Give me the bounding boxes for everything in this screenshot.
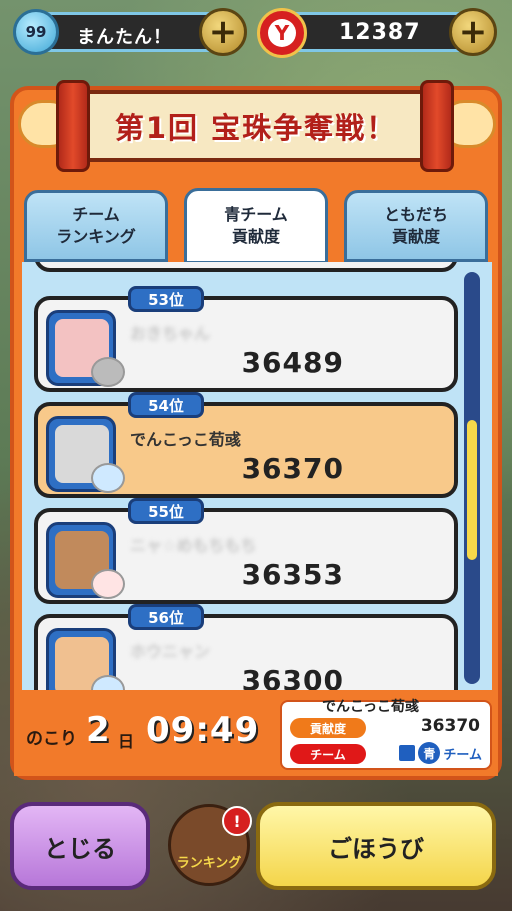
player-score: 36489 [241,346,344,379]
event-title: 第1回 宝珠争奪戦！ [114,111,398,145]
rank-tag: 53位 [128,286,204,312]
list-item[interactable]: 55位 ニャ☆めもちもち 36353 [34,498,458,604]
my-status-card: でんこっこ荀彧 貢献度 チーム 36370 青 チーム [280,699,492,770]
list-item[interactable]: 56位 ホウニャン 36300 [34,604,458,690]
rank-tag: 54位 [128,392,204,418]
reward-button[interactable]: ごほうび [256,802,496,890]
list-item [34,262,458,272]
remaining-days: 2 [86,710,110,750]
pet-robot-icon [91,357,125,387]
blue-team-badge: 青 チーム [399,742,482,764]
add-stamina-button[interactable]: + [199,8,247,56]
coin-icon: Y [257,8,307,58]
rank-tag: 56位 [128,604,204,630]
tab-label: ランキング [56,227,136,246]
stamina-bar: 99 まんたん！ + [13,8,247,56]
player-name: ホウニャン [130,642,211,661]
team-char: 青 [418,742,441,764]
stamina-label: まんたん！ [77,27,172,48]
days-unit: 日 [118,732,135,751]
scroll-thumb[interactable] [467,420,477,560]
event-footer: のこり 2 日 09:49 でんこっこ荀彧 貢献度 チーム 36370 青 チー… [14,690,498,776]
coin-symbol: Y [268,19,296,47]
flag-icon [399,745,416,761]
close-button[interactable]: とじる [10,802,150,890]
avatar [46,522,125,599]
tab-label: チーム [72,204,120,224]
list-item[interactable]: 53位 おきちゃん 36489 [34,286,458,392]
my-name: でんこっこ荀彧 [322,699,420,715]
tab-label: 貢献度 [391,227,440,246]
player-score: 36353 [241,558,344,591]
scroll-roll-left-icon [56,80,90,172]
event-banner: 第1回 宝珠争奪戦！ [68,90,444,162]
money-amount: 12387 [339,20,421,45]
contribution-tag: 貢献度 [290,718,366,738]
remaining-label: のこり [26,729,77,749]
add-money-button[interactable]: + [449,8,497,56]
ranking-list[interactable]: 53位 おきちゃん 36489 54位 でんこっこ荀彧 36370 55位 ニャ… [22,262,492,690]
player-name: でんこっこ荀彧 [130,430,241,449]
team-word: チーム [443,747,482,763]
avatar [46,310,125,387]
scroll-roll-right-icon [420,80,454,172]
list-scrollbar[interactable] [464,272,480,684]
tab-label: 青チーム [224,204,288,224]
rank-tag: 55位 [128,498,204,524]
stamina-orb-icon: 99 [13,9,59,55]
avatar [46,628,125,690]
alert-badge-icon: ! [222,806,252,836]
list-item-self[interactable]: 54位 でんこっこ荀彧 36370 [34,392,458,498]
team-tag: チーム [290,744,366,764]
remaining-time: 09:49 [146,710,260,750]
money-bar: Y 12387 + [257,8,497,58]
tab-blue-team-contribution[interactable]: 青チーム 貢献度 [184,188,328,264]
player-score: 36370 [241,452,344,485]
pet-jewel-icon [91,463,125,493]
tab-label: 貢献度 [231,227,280,246]
player-score: 36300 [241,664,344,690]
player-name: おきちゃん [130,324,211,343]
tab-label: ともだち [383,204,448,224]
pet-cat-icon [91,569,125,599]
tab-team-ranking[interactable]: チーム ランキング [24,190,168,262]
top-hud: 99 まんたん！ + Y 12387 + [0,8,512,58]
tab-friends-contribution[interactable]: ともだち 貢献度 [344,190,488,262]
avatar [46,416,125,493]
my-score: 36370 [420,716,480,736]
player-name: ニャ☆めもちもち [130,536,257,555]
